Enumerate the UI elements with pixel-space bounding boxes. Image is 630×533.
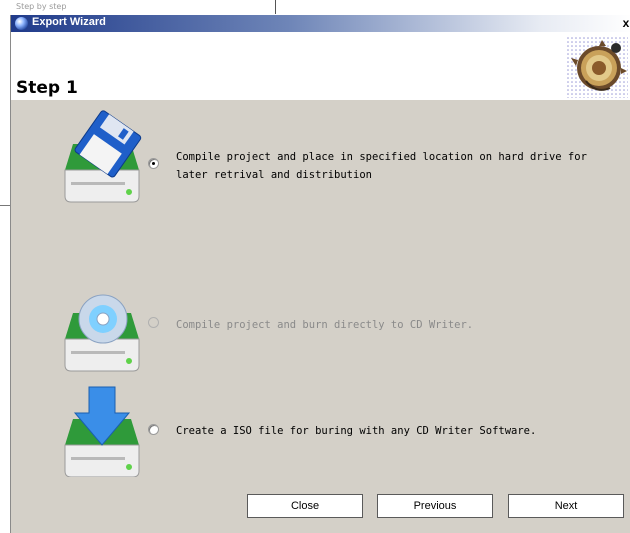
background-divider (275, 0, 276, 14)
option-burn-cd-radio[interactable] (148, 317, 159, 328)
step-title: Step 1 (16, 78, 78, 98)
option-compile-local-radio[interactable] (148, 158, 159, 169)
next-button[interactable]: Next (508, 494, 624, 518)
close-button[interactable]: Close (247, 494, 363, 518)
cd-drive-icon (64, 294, 140, 372)
option-create-iso-radio[interactable] (148, 424, 159, 435)
app-globe-icon (15, 17, 28, 30)
title-bar[interactable]: Export Wizard x (11, 15, 630, 32)
option-burn-cd-label: Compile project and burn directly to CD … (176, 319, 474, 331)
previous-button[interactable]: Previous (377, 494, 493, 518)
floppy-drive-icon (64, 110, 142, 203)
option-compile-local-label-line1: Compile project and place in specified l… (176, 151, 587, 163)
export-wizard-dialog: Export Wizard x Step 1 Compile project a… (10, 15, 630, 533)
wizard-gear-graphic-icon (566, 36, 628, 98)
window-title: Export Wizard (32, 16, 106, 28)
option-compile-local-label-line2: later retrival and distribution (176, 169, 372, 181)
background-divider (0, 205, 10, 206)
background-window-text: Step by step (16, 2, 67, 11)
option-create-iso-label: Create a ISO file for buring with any CD… (176, 425, 537, 437)
wizard-header: Step 1 (11, 32, 630, 100)
download-drive-icon (64, 386, 140, 477)
close-window-button[interactable]: x (619, 15, 630, 31)
